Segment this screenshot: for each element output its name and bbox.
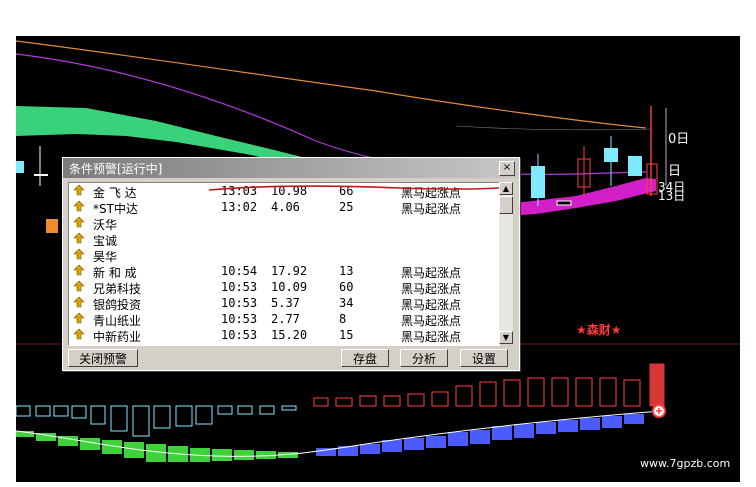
save-button[interactable]: 存盘 (341, 349, 389, 367)
list-item[interactable]: 宝诚 (69, 231, 499, 248)
blue-bars (316, 414, 644, 456)
list-item[interactable]: 新 和 成 10:54 17.92 13 黑马起涨点 (69, 263, 499, 280)
settings-button[interactable]: 设置 (460, 349, 508, 367)
list-item[interactable]: 银鸽投资 10:53 5.37 34 黑马起涨点 (69, 295, 499, 312)
alert-price: 10.09 (271, 280, 308, 294)
alert-list[interactable]: 金 飞 达 13:03 10.98 66 黑马起涨点 *ST中达 13:02 4.06 25 黑马… (68, 182, 500, 346)
magenta-band (506, 178, 656, 216)
cyan-bars (16, 405, 297, 437)
rise-arrow-icon (73, 280, 85, 292)
alert-time: 10:53 (221, 296, 258, 310)
scroll-down-icon[interactable]: ▼ (499, 331, 513, 344)
close-button[interactable]: × (499, 161, 515, 176)
alert-value: 60 (339, 280, 354, 294)
alert-value: 15 (339, 328, 354, 342)
alert-value: 13 (339, 264, 354, 278)
rise-arrow-icon (73, 232, 85, 244)
rise-arrow-icon (73, 216, 85, 228)
rise-arrow-icon (73, 248, 85, 260)
ma-label-13: 13日 (658, 189, 686, 203)
star-label: ★森财★ (576, 323, 622, 337)
scroll-thumb[interactable] (499, 196, 513, 214)
alert-time: 10:54 (221, 264, 258, 278)
ma-label-0: 0日 (668, 132, 690, 147)
ma-label-1: 日 (668, 164, 682, 179)
alert-price: 17.92 (271, 264, 308, 278)
alert-time: 10:53 (221, 280, 258, 294)
list-item[interactable]: 沃华 (69, 215, 499, 232)
list-item[interactable]: 青山纸业 10:53 2.77 8 黑马起涨点 (69, 311, 499, 328)
watermark: www.7gpzb.com (640, 457, 731, 470)
close-alert-button[interactable]: 关闭预警 (68, 349, 138, 367)
stock-name: 中新药业 (93, 330, 142, 344)
alert-value: 8 (339, 312, 347, 326)
analyze-button[interactable]: 分析 (400, 349, 448, 367)
rise-arrow-icon (73, 296, 85, 308)
dialog-title: 条件预警[运行中] (69, 162, 163, 176)
alert-time: 10:53 (221, 312, 258, 326)
alert-value: 34 (339, 296, 354, 310)
alert-price: 15.20 (271, 328, 308, 342)
list-item[interactable]: 昊华 (69, 247, 499, 264)
list-item[interactable]: 兄弟科技 10:53 10.09 60 黑马起涨点 (69, 279, 499, 296)
alert-time: 10:53 (221, 328, 258, 342)
rise-arrow-icon (73, 312, 85, 324)
list-scrollbar[interactable]: ▲ ▼ (499, 182, 513, 344)
alert-signal: 黑马起涨点 (401, 330, 462, 344)
list-item[interactable]: 中新药业 10:53 15.20 15 黑马起涨点 (69, 327, 499, 344)
dialog-titlebar[interactable]: 条件预警[运行中] × (63, 158, 519, 178)
rise-arrow-icon (73, 328, 85, 340)
scroll-up-icon[interactable]: ▲ (499, 182, 513, 195)
rise-arrow-icon (73, 264, 85, 276)
green-bars (16, 431, 298, 462)
red-line-overlay (208, 185, 499, 191)
alert-dialog: 条件预警[运行中] × 金 飞 达 13:03 10.98 66 黑马起涨点 *ST中达 1… (62, 157, 520, 371)
alert-price: 5.37 (271, 296, 300, 310)
alert-price: 2.77 (271, 312, 300, 326)
